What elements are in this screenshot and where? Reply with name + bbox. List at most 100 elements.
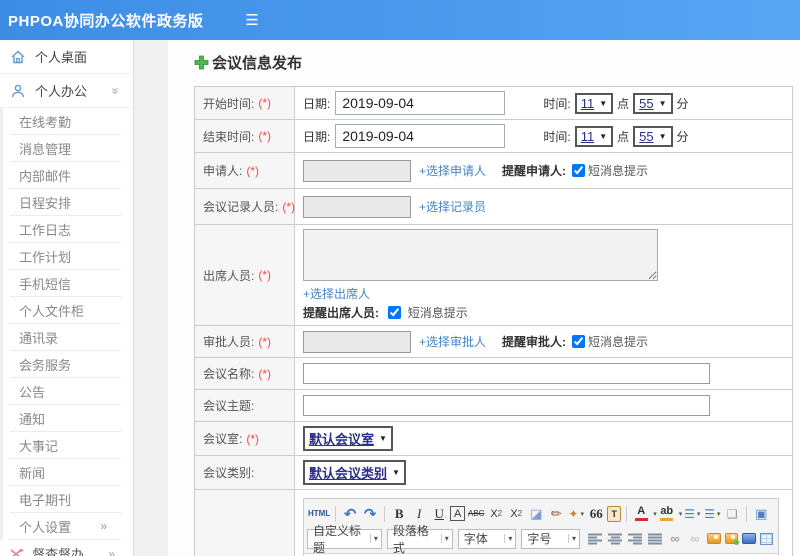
- blockquote-button[interactable]: 66: [587, 504, 605, 524]
- strikethrough-button[interactable]: ABC: [467, 504, 485, 524]
- sidebar-item-announcement[interactable]: 公告: [10, 378, 121, 405]
- approver-input[interactable]: [303, 330, 411, 353]
- unordered-list-button[interactable]: ☰ ▾: [703, 504, 721, 524]
- form-row-approver: 审批人员: (*) +选择审批人 提醒审批人: 短消息提示: [195, 326, 792, 358]
- quick-format-button[interactable]: ✦ ▾: [567, 504, 585, 524]
- required-mark: (*): [258, 366, 272, 381]
- attendees-sms-checkbox[interactable]: [388, 306, 402, 319]
- sidebar-item-work-plan[interactable]: 工作计划: [10, 243, 121, 270]
- approver-sms-checkbox[interactable]: [572, 335, 586, 348]
- meeting-room-select[interactable]: 默认会议室 ▼: [303, 426, 393, 451]
- superscript-button[interactable]: X2: [487, 504, 505, 524]
- hamburger-menu-icon[interactable]: ☰: [245, 13, 258, 28]
- fullscreen-button[interactable]: ▣: [752, 504, 770, 524]
- meeting-name-input[interactable]: [303, 363, 710, 384]
- meeting-subject-input[interactable]: [303, 395, 710, 416]
- bold-button[interactable]: B: [390, 504, 408, 524]
- sidebar-item-notice[interactable]: 通知: [10, 405, 121, 432]
- italic-button[interactable]: I: [410, 504, 428, 524]
- end-hour-select[interactable]: 11 ▼: [574, 125, 614, 147]
- align-right-icon: [627, 533, 642, 544]
- field-label: 会议名称: (*): [195, 358, 295, 389]
- paragraph-format-select[interactable]: 段落格式 ▾: [386, 524, 453, 555]
- sidebar-item-sms[interactable]: 手机短信: [10, 270, 121, 297]
- sidebar-item-label: 个人办公: [35, 84, 88, 99]
- sidebar-item-label: 会务服务: [19, 357, 72, 373]
- sidebar-item-contacts[interactable]: 通讯录: [10, 324, 121, 351]
- font-color-button[interactable]: A: [632, 504, 650, 524]
- sidebar-item-e-journal[interactable]: 电子期刊: [10, 486, 121, 513]
- selected-value: 默认会议类别: [309, 466, 388, 481]
- underline-button[interactable]: U: [430, 504, 448, 524]
- caret-down-icon: ▼: [379, 434, 387, 443]
- attendees-textarea[interactable]: [303, 229, 658, 281]
- label-text: 会议名称:: [203, 367, 255, 381]
- sidebar-item-message-management[interactable]: 消息管理: [10, 135, 121, 162]
- field-label: 开始时间: (*): [195, 87, 295, 119]
- ordered-list-button[interactable]: ☰ ▾: [683, 504, 701, 524]
- field-content: [295, 358, 792, 389]
- sidebar-item-work-log[interactable]: 工作日志: [10, 216, 121, 243]
- main-content: 会议信息发布 开始时间: (*) 日期: 时间: 11 ▼ 点 55 ▼: [134, 40, 800, 556]
- meeting-category-select[interactable]: 默认会议类别 ▼: [303, 460, 406, 485]
- heading-select[interactable]: 自定义标题 ▾: [307, 524, 382, 555]
- align-center-button[interactable]: [606, 529, 624, 549]
- upload-image-button[interactable]: [724, 533, 740, 545]
- required-mark: (*): [258, 96, 272, 110]
- applicant-input[interactable]: [303, 159, 411, 182]
- choose-recorder-link[interactable]: +选择记录员: [419, 198, 486, 215]
- start-hour-select[interactable]: 11 ▼: [574, 92, 614, 114]
- recorder-input[interactable]: [303, 195, 411, 218]
- font-size-select[interactable]: 字号 ▾: [521, 528, 581, 549]
- align-left-button[interactable]: [586, 529, 604, 549]
- label-text: 结束时间:: [203, 129, 255, 144]
- insert-image-button[interactable]: [707, 533, 721, 544]
- remove-format-button[interactable]: ◪: [527, 504, 545, 524]
- end-minute-select[interactable]: 55 ▼: [633, 125, 673, 147]
- insert-link-button[interactable]: ∞: [666, 529, 684, 549]
- sidebar-item-personal-office[interactable]: 个人办公 »: [0, 74, 133, 108]
- start-minute-select[interactable]: 55 ▼: [633, 92, 673, 114]
- sidebar-item-personal-file-cabinet[interactable]: 个人文件柜: [10, 297, 121, 324]
- sidebar-item-supervision[interactable]: 督查督办 »: [0, 540, 133, 556]
- page-title-text: 会议信息发布: [212, 55, 303, 72]
- align-right-button[interactable]: [626, 529, 644, 549]
- choose-applicant-link[interactable]: +选择申请人: [419, 162, 486, 179]
- end-date-input[interactable]: [335, 124, 506, 148]
- unlink-button[interactable]: ∞: [686, 529, 704, 549]
- insert-media-button[interactable]: [742, 533, 757, 544]
- start-date-input[interactable]: [335, 91, 506, 115]
- highlight-color-button[interactable]: ab: [658, 504, 676, 524]
- caret-down-icon: ▾: [580, 510, 584, 518]
- required-mark: (*): [258, 129, 272, 143]
- html-source-button[interactable]: HTML: [308, 504, 330, 524]
- sidebar-item-internal-mail[interactable]: 内部邮件: [10, 162, 121, 189]
- sidebar-item-schedule[interactable]: 日程安排: [10, 189, 121, 216]
- sidebar-item-personal-settings[interactable]: 个人设置 »: [10, 513, 121, 540]
- insert-table-button[interactable]: [760, 532, 774, 545]
- caret-down-icon: ▼: [599, 98, 608, 108]
- sidebar-item-meeting-service[interactable]: 会务服务: [10, 351, 121, 378]
- font-style-button[interactable]: A: [450, 506, 466, 521]
- caret-down-icon: ▾: [369, 534, 378, 543]
- sidebar-item-memorabilia[interactable]: 大事记: [10, 432, 121, 459]
- toolbar-separator: [384, 505, 386, 522]
- subscript-button[interactable]: X2: [507, 504, 525, 524]
- undo-button[interactable]: ↶: [341, 504, 359, 524]
- applicant-sms-checkbox[interactable]: [572, 164, 586, 177]
- new-page-button[interactable]: ❏: [723, 504, 741, 524]
- home-icon: [10, 49, 26, 65]
- sidebar-item-news[interactable]: 新闻: [10, 459, 121, 486]
- format-painter-button[interactable]: ✏: [547, 504, 565, 524]
- choose-attendees-link[interactable]: +选择出席人: [303, 285, 370, 302]
- sidebar-item-online-attendance[interactable]: 在线考勤: [10, 108, 121, 135]
- redo-button[interactable]: ↷: [361, 504, 379, 524]
- toolbar-separator: [335, 505, 337, 522]
- font-family-select[interactable]: 字体 ▾: [457, 528, 517, 549]
- sidebar-item-personal-desktop[interactable]: 个人桌面: [0, 40, 133, 74]
- selected-value: 自定义标题: [313, 523, 362, 555]
- align-justify-button[interactable]: [646, 529, 664, 549]
- choose-approver-link[interactable]: +选择审批人: [419, 333, 486, 350]
- app-title: PHPOA协同办公软件政务版: [8, 12, 204, 30]
- paste-button[interactable]: T: [607, 505, 622, 522]
